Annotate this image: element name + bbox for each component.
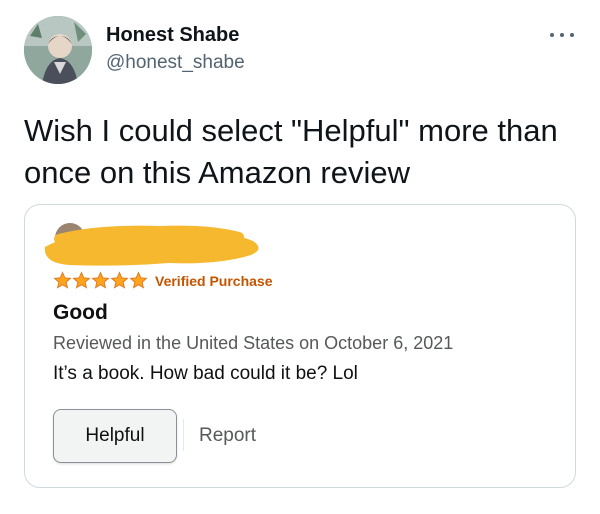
embedded-review-card: Verified Purchase Good Reviewed in the U… (24, 204, 576, 488)
dot (550, 33, 554, 37)
dot (570, 33, 574, 37)
star-icon (91, 271, 110, 289)
display-name[interactable]: Honest Shabe (106, 22, 245, 48)
star-rating (53, 271, 148, 290)
review-title: Good (53, 301, 108, 324)
more-horizontal-icon[interactable] (550, 30, 574, 40)
rating-row: Verified Purchase (53, 271, 273, 290)
tweet-text: Wish I could select "Helpful" more than … (24, 113, 558, 190)
review-body: It’s a book. How bad could it be? Lol (53, 363, 358, 384)
user-block: Honest Shabe @honest_shabe (106, 22, 245, 76)
star-icon (129, 271, 148, 289)
helpful-button[interactable]: Helpful (53, 409, 177, 463)
divider (183, 419, 184, 451)
verified-purchase-badge: Verified Purchase (155, 272, 273, 289)
author-avatar-image (24, 16, 92, 84)
tweet-header: Honest Shabe @honest_shabe (24, 16, 580, 88)
star-icon (53, 271, 72, 289)
report-link[interactable]: Report (199, 425, 256, 447)
author-avatar[interactable] (24, 16, 92, 84)
review-date: Reviewed in the United States on October… (53, 333, 454, 353)
star-icon (72, 271, 91, 289)
user-handle[interactable]: @honest_shabe (106, 50, 245, 76)
name-redaction-scribble (44, 225, 259, 266)
star-icon (110, 271, 129, 289)
dot (560, 33, 564, 37)
